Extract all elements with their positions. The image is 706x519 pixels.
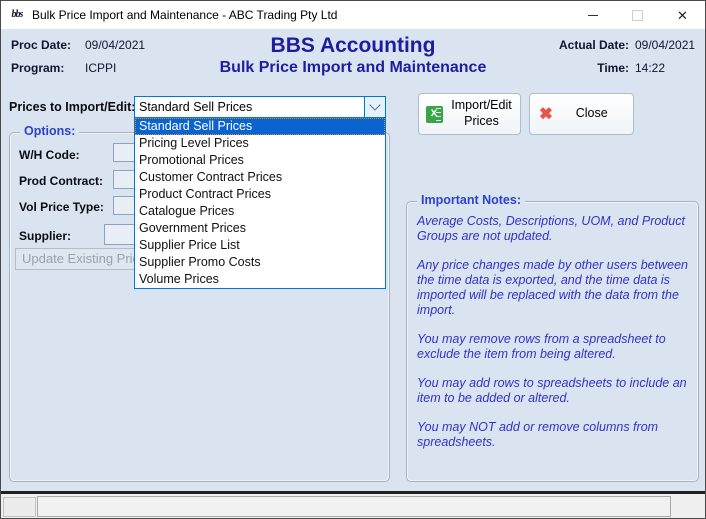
supplier-label: Supplier: <box>19 229 71 243</box>
dropdown-option[interactable]: Customer Contract Prices <box>135 169 385 186</box>
dropdown-option[interactable]: Promotional Prices <box>135 152 385 169</box>
minimize-icon <box>588 15 598 16</box>
close-window-button[interactable]: ✕ <box>660 1 705 29</box>
chevron-down-icon <box>369 99 380 110</box>
time-value: 14:22 <box>635 61 665 75</box>
maximize-icon <box>632 10 643 21</box>
app-icon: bbs <box>8 7 26 23</box>
titlebar: bbs Bulk Price Import and Maintenance - … <box>1 1 705 29</box>
dropdown-option[interactable]: Catalogue Prices <box>135 203 385 220</box>
note-paragraph: Any price changes made by other users be… <box>417 258 690 318</box>
window-controls: ✕ <box>570 1 705 29</box>
time-label: Time: <box>549 61 629 75</box>
status-panel-long <box>37 496 671 517</box>
important-notes-groupbox: Important Notes: Average Costs, Descript… <box>406 201 699 482</box>
dropdown-option[interactable]: Volume Prices <box>135 271 385 288</box>
close-label: Close <box>560 106 624 122</box>
combobox-value: Standard Sell Prices <box>135 100 364 114</box>
import-edit-prices-label: Import/Edit Prices <box>450 98 514 129</box>
important-notes-body: Average Costs, Descriptions, UOM, and Pr… <box>417 214 690 464</box>
maximize-button[interactable] <box>615 1 660 29</box>
prices-to-import-combobox[interactable]: Standard Sell Prices <box>134 96 386 118</box>
window-title: Bulk Price Import and Maintenance - ABC … <box>32 8 337 22</box>
import-edit-prices-button[interactable]: Import/Edit Prices <box>418 93 521 135</box>
dropdown-option[interactable]: Product Contract Prices <box>135 186 385 203</box>
prices-to-import-label: Prices to Import/Edit: <box>9 100 135 114</box>
dropdown-option[interactable]: Supplier Price List <box>135 237 385 254</box>
vol-price-type-label: Vol Price Type: <box>19 200 104 214</box>
dropdown-option[interactable]: Supplier Promo Costs <box>135 254 385 271</box>
app-window: bbs Bulk Price Import and Maintenance - … <box>0 0 706 519</box>
prices-dropdown-list: Standard Sell Prices Pricing Level Price… <box>134 117 386 289</box>
important-notes-title: Important Notes: <box>417 193 525 207</box>
wh-code-label: W/H Code: <box>19 148 80 162</box>
note-paragraph: Average Costs, Descriptions, UOM, and Pr… <box>417 214 690 244</box>
combobox-dropdown-button[interactable] <box>364 97 385 117</box>
actual-date-value: 09/04/2021 <box>635 38 695 52</box>
close-button[interactable]: ✖ Close <box>529 93 634 135</box>
dropdown-option[interactable]: Pricing Level Prices <box>135 135 385 152</box>
status-panel-small <box>3 497 36 517</box>
minimize-button[interactable] <box>570 1 615 29</box>
red-x-icon: ✖ <box>539 104 552 124</box>
dropdown-option[interactable]: Government Prices <box>135 220 385 237</box>
actual-date-label: Actual Date: <box>549 38 629 52</box>
options-group-title: Options: <box>20 124 79 138</box>
excel-spreadsheet-icon <box>426 106 443 123</box>
close-icon: ✕ <box>677 9 688 22</box>
prod-contract-label: Prod Contract: <box>19 174 103 188</box>
dropdown-option[interactable]: Standard Sell Prices <box>135 118 385 135</box>
note-paragraph: You may NOT add or remove columns from s… <box>417 420 690 450</box>
note-paragraph: You may add rows to spreadsheets to incl… <box>417 376 690 406</box>
status-bar <box>1 494 705 518</box>
note-paragraph: You may remove rows from a spreadsheet t… <box>417 332 690 362</box>
